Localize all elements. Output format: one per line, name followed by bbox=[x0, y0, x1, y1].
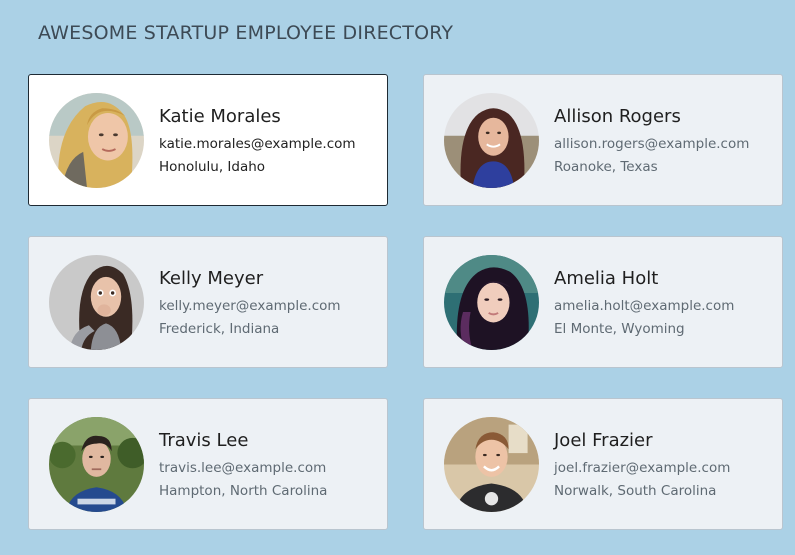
employee-location: Hampton, North Carolina bbox=[159, 483, 328, 499]
employee-location: Norwalk, South Carolina bbox=[554, 483, 717, 499]
employee-card[interactable]: Joel Frazier joel.frazier@example.com No… bbox=[423, 398, 783, 530]
employee-email: kelly.meyer@example.com bbox=[159, 298, 341, 314]
avatar bbox=[49, 92, 144, 188]
avatar bbox=[49, 254, 144, 350]
employee-email: katie.morales@example.com bbox=[159, 136, 356, 152]
page-title: AWESOME STARTUP EMPLOYEE DIRECTORY bbox=[38, 22, 454, 44]
employee-name: Katie Morales bbox=[159, 106, 281, 127]
employee-card[interactable]: Katie Morales katie.morales@example.com … bbox=[28, 74, 388, 206]
employee-email: joel.frazier@example.com bbox=[554, 460, 731, 476]
employee-name: Travis Lee bbox=[159, 430, 249, 451]
employee-location: El Monte, Wyoming bbox=[554, 321, 685, 337]
employee-location: Frederick, Indiana bbox=[159, 321, 280, 337]
employee-email: allison.rogers@example.com bbox=[554, 136, 750, 152]
employee-location: Roanoke, Texas bbox=[554, 159, 658, 175]
employee-info: Travis Lee travis.lee@example.com Hampto… bbox=[159, 428, 327, 500]
employee-info: Joel Frazier joel.frazier@example.com No… bbox=[554, 428, 730, 500]
employee-name: Kelly Meyer bbox=[159, 268, 264, 289]
employee-email: amelia.holt@example.com bbox=[554, 298, 735, 314]
employee-name: Joel Frazier bbox=[554, 430, 653, 451]
employee-grid: Katie Morales katie.morales@example.com … bbox=[28, 74, 783, 530]
avatar bbox=[444, 416, 539, 512]
employee-info: Katie Morales katie.morales@example.com … bbox=[159, 104, 356, 176]
employee-info: Kelly Meyer kelly.meyer@example.com Fred… bbox=[159, 266, 341, 338]
employee-name: Amelia Holt bbox=[554, 268, 659, 289]
avatar bbox=[444, 92, 539, 188]
employee-card[interactable]: Kelly Meyer kelly.meyer@example.com Fred… bbox=[28, 236, 388, 368]
employee-location: Honolulu, Idaho bbox=[159, 159, 266, 175]
employee-card[interactable]: Travis Lee travis.lee@example.com Hampto… bbox=[28, 398, 388, 530]
avatar bbox=[444, 254, 539, 350]
employee-info: Amelia Holt amelia.holt@example.com El M… bbox=[554, 266, 734, 338]
avatar bbox=[49, 416, 144, 512]
employee-info: Allison Rogers allison.rogers@example.co… bbox=[554, 104, 749, 176]
employee-name: Allison Rogers bbox=[554, 106, 681, 127]
employee-card[interactable]: Amelia Holt amelia.holt@example.com El M… bbox=[423, 236, 783, 368]
employee-email: travis.lee@example.com bbox=[159, 460, 327, 476]
employee-card[interactable]: Allison Rogers allison.rogers@example.co… bbox=[423, 74, 783, 206]
